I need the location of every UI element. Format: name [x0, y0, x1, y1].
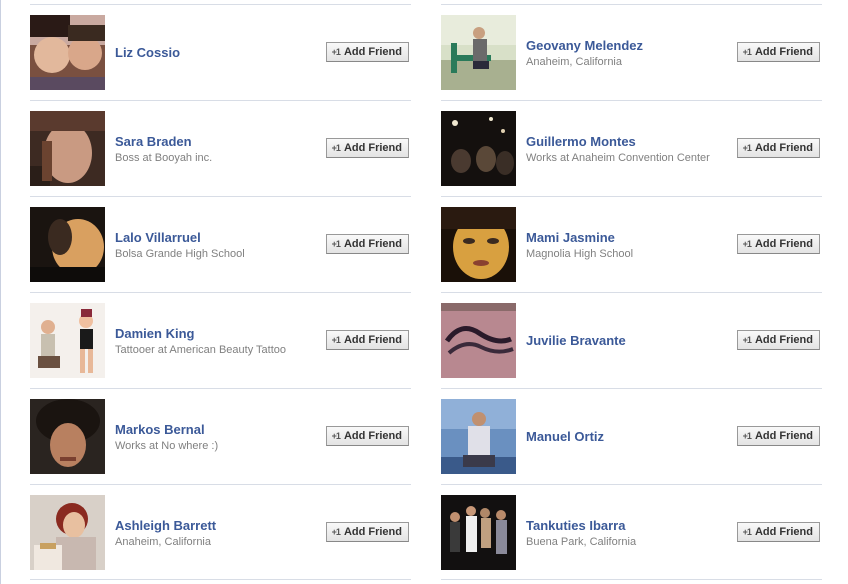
add-friend-button[interactable]: +1 Add Friend — [325, 138, 409, 158]
friend-name-link[interactable]: Damien King — [115, 326, 315, 342]
friend-suggestion-row: Geovany Melendez Anaheim, California +1 A… — [441, 4, 822, 100]
profile-photo[interactable] — [30, 495, 105, 570]
add-friend-icon: +1 — [331, 335, 341, 345]
add-friend-label: Add Friend — [343, 334, 402, 346]
friend-name-link[interactable]: Mami Jasmine — [526, 230, 726, 246]
profile-photo[interactable] — [441, 495, 516, 570]
add-friend-label: Add Friend — [754, 526, 813, 538]
add-friend-label: Add Friend — [754, 46, 813, 58]
friend-name-link[interactable]: Sara Braden — [115, 134, 315, 150]
friend-detail: Works at No where :) — [115, 439, 219, 452]
friend-suggestion-row: Guillermo Montes Works at Anaheim Conven… — [441, 100, 822, 196]
add-friend-icon: +1 — [742, 527, 752, 537]
add-friend-button[interactable]: +1 Add Friend — [736, 138, 820, 158]
friend-detail: Bolsa Grande High School — [115, 247, 245, 260]
friend-name-link[interactable]: Tankuties Ibarra — [526, 518, 726, 534]
friend-detail: Anaheim, California — [115, 535, 211, 548]
add-friend-button[interactable]: +1 Add Friend — [325, 234, 409, 254]
friend-detail: Buena Park, California — [526, 535, 637, 548]
add-friend-button[interactable]: +1 Add Friend — [325, 426, 409, 446]
add-friend-icon: +1 — [331, 239, 341, 249]
friend-suggestion-row: Mami Jasmine Magnolia High School +1 Add … — [441, 196, 822, 292]
add-friend-label: Add Friend — [343, 142, 402, 154]
add-friend-icon: +1 — [742, 47, 752, 57]
add-friend-label: Add Friend — [343, 430, 402, 442]
friend-name-link[interactable]: Geovany Melendez — [526, 38, 726, 54]
friend-name-link[interactable]: Manuel Ortiz — [526, 429, 726, 445]
friend-detail: Magnolia High School — [526, 247, 634, 260]
add-friend-icon: +1 — [742, 143, 752, 153]
add-friend-icon: +1 — [742, 335, 752, 345]
friend-suggestion-row: Tankuties Ibarra Buena Park, California … — [441, 484, 822, 580]
profile-photo[interactable] — [441, 207, 516, 282]
friend-detail: Anaheim, California — [526, 55, 622, 68]
friend-detail: Works at Anaheim Convention Center — [526, 151, 710, 164]
profile-photo[interactable] — [30, 111, 105, 186]
friend-detail: Tattooer at American Beauty Tattoo — [115, 343, 287, 356]
friend-name-link[interactable]: Markos Bernal — [115, 422, 315, 438]
add-friend-label: Add Friend — [754, 334, 813, 346]
add-friend-icon: +1 — [331, 143, 341, 153]
profile-photo[interactable] — [30, 207, 105, 282]
friend-suggestion-row: Markos Bernal Works at No where :) +1 Add… — [30, 388, 411, 484]
add-friend-button[interactable]: +1 Add Friend — [736, 426, 820, 446]
add-friend-icon: +1 — [331, 47, 341, 57]
friend-name-link[interactable]: Guillermo Montes — [526, 134, 726, 150]
page-left-border — [0, 0, 1, 584]
add-friend-button[interactable]: +1 Add Friend — [736, 234, 820, 254]
add-friend-icon: +1 — [742, 239, 752, 249]
friend-suggestion-row: Liz Cossio +1 Add Friend — [30, 4, 411, 100]
add-friend-button[interactable]: +1 Add Friend — [736, 522, 820, 542]
add-friend-icon: +1 — [331, 527, 341, 537]
profile-photo[interactable] — [30, 15, 105, 90]
add-friend-button[interactable]: +1 Add Friend — [736, 42, 820, 62]
friend-name-link[interactable]: Lalo Villarruel — [115, 230, 315, 246]
friend-suggestion-row: Sara Braden Boss at Booyah inc. +1 Add Fr… — [30, 100, 411, 196]
friend-suggestion-row: Lalo Villarruel Bolsa Grande High School… — [30, 196, 411, 292]
add-friend-label: Add Friend — [754, 238, 813, 250]
friend-detail: Boss at Booyah inc. — [115, 151, 213, 164]
friend-name-link[interactable]: Ashleigh Barrett — [115, 518, 315, 534]
profile-photo[interactable] — [30, 399, 105, 474]
profile-photo[interactable] — [441, 303, 516, 378]
add-friend-button[interactable]: +1 Add Friend — [736, 330, 820, 350]
add-friend-icon: +1 — [331, 431, 341, 441]
profile-photo[interactable] — [441, 399, 516, 474]
friend-suggestion-row: Juvilie Bravante +1 Add Friend — [441, 292, 822, 388]
add-friend-button[interactable]: +1 Add Friend — [325, 522, 409, 542]
suggestions-column-left: Liz Cossio +1 Add Friend Sara Braden Boss… — [30, 4, 411, 580]
friend-suggestion-row: Ashleigh Barrett Anaheim, California +1 A… — [30, 484, 411, 580]
friend-name-link[interactable]: Liz Cossio — [115, 45, 315, 61]
add-friend-button[interactable]: +1 Add Friend — [325, 42, 409, 62]
add-friend-label: Add Friend — [343, 238, 402, 250]
profile-photo[interactable] — [441, 15, 516, 90]
friend-suggestion-row: Damien King Tattooer at American Beauty … — [30, 292, 411, 388]
add-friend-label: Add Friend — [343, 46, 402, 58]
suggestions-column-right: Geovany Melendez Anaheim, California +1 A… — [441, 4, 822, 580]
profile-photo[interactable] — [441, 111, 516, 186]
friend-name-link[interactable]: Juvilie Bravante — [526, 333, 726, 349]
add-friend-button[interactable]: +1 Add Friend — [325, 330, 409, 350]
add-friend-label: Add Friend — [754, 430, 813, 442]
add-friend-label: Add Friend — [343, 526, 402, 538]
profile-photo[interactable] — [30, 303, 105, 378]
friend-suggestion-row: Manuel Ortiz +1 Add Friend — [441, 388, 822, 484]
add-friend-label: Add Friend — [754, 142, 813, 154]
add-friend-icon: +1 — [742, 431, 752, 441]
